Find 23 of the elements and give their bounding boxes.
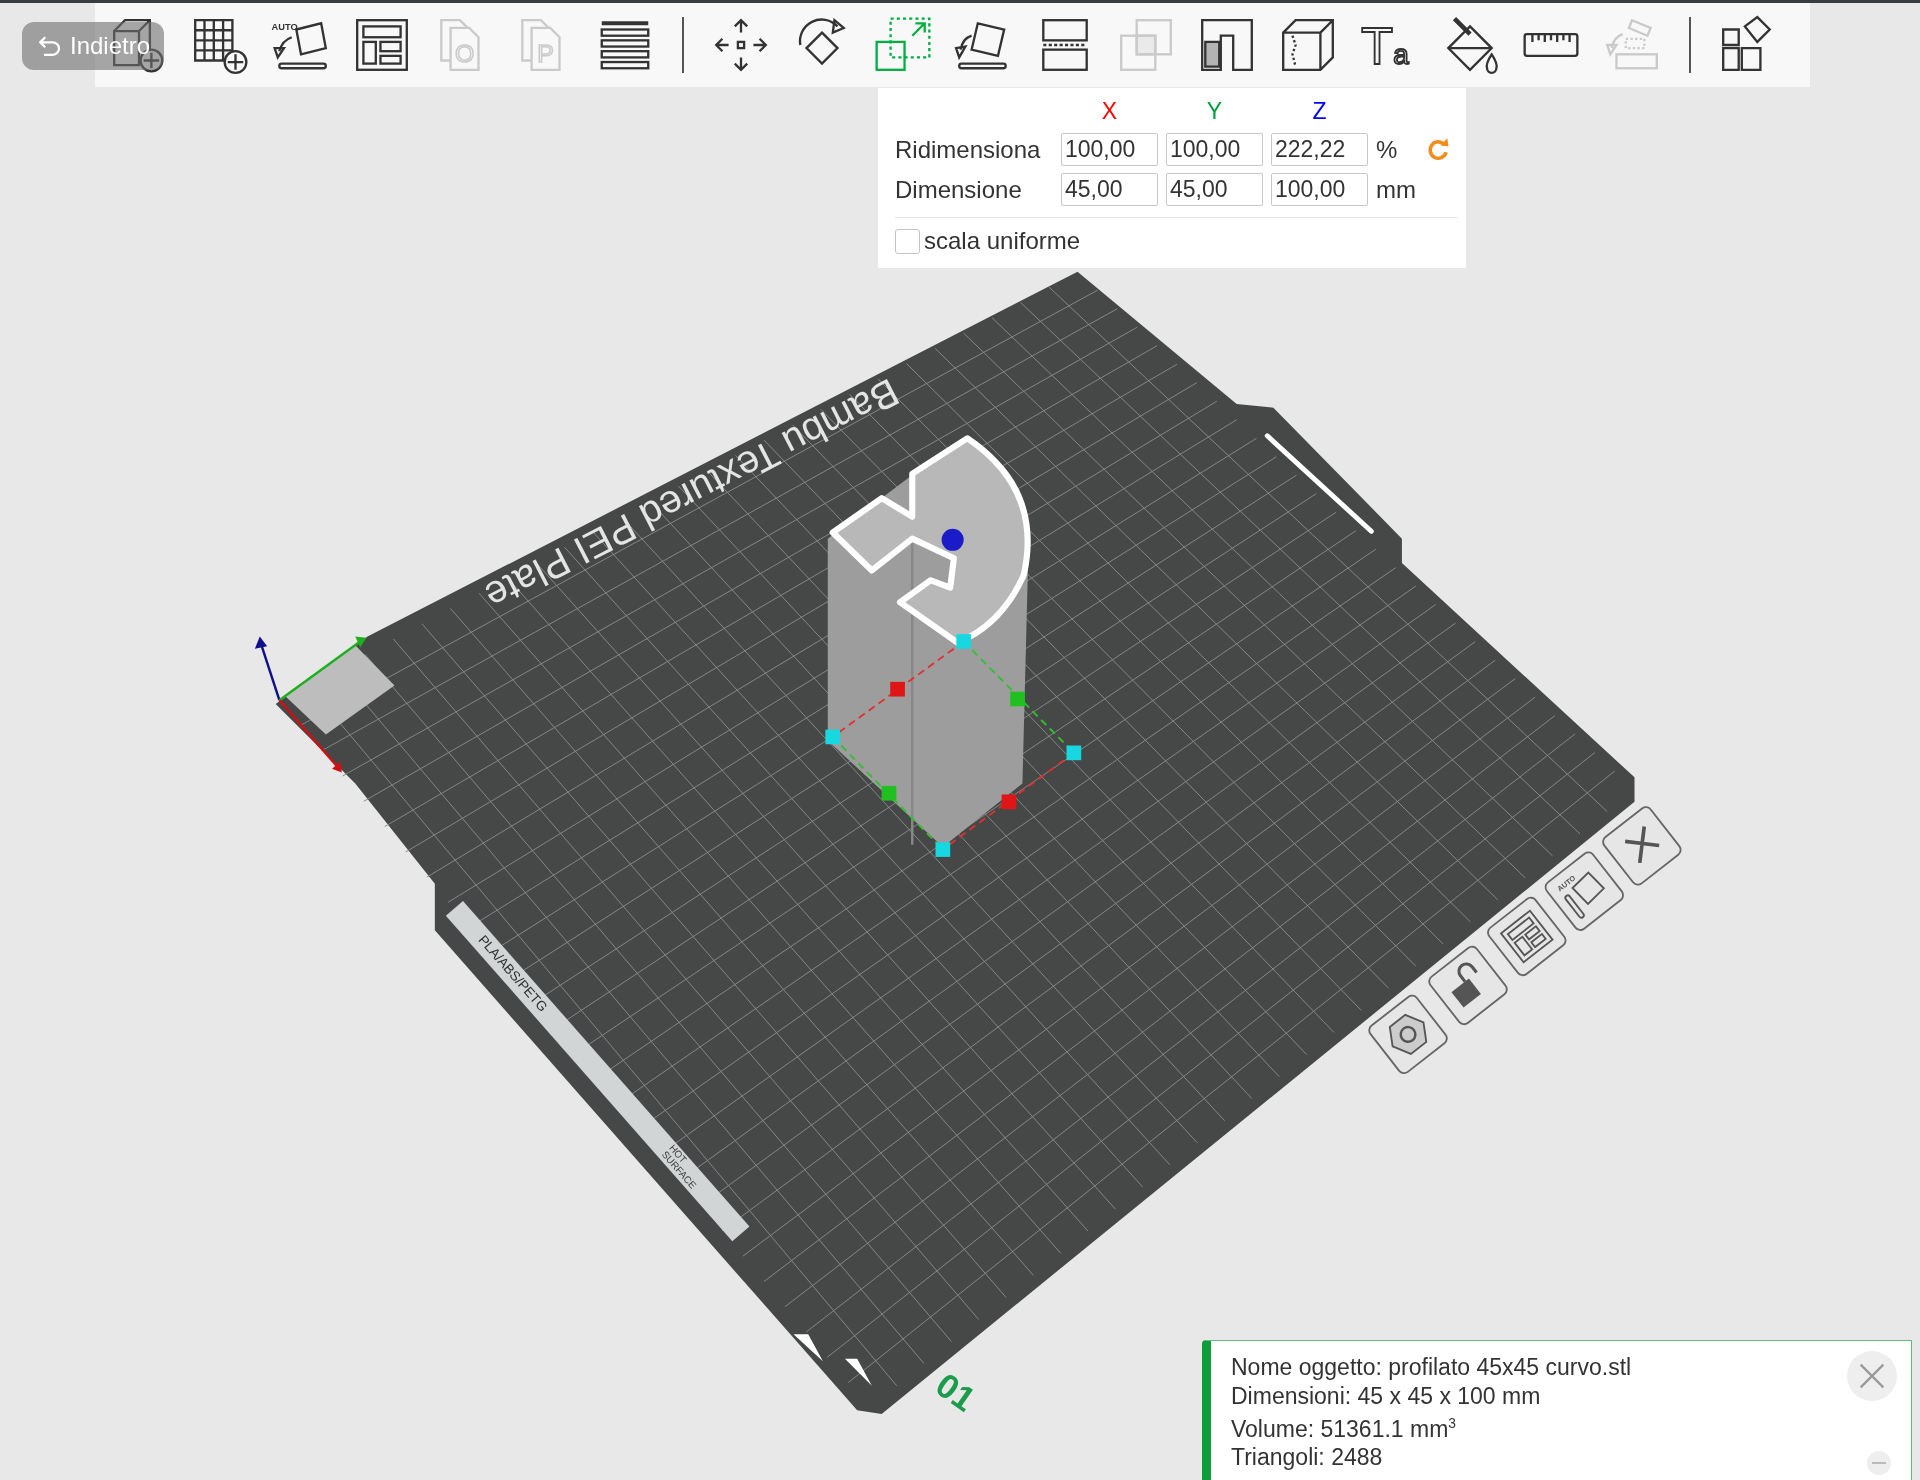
row-label: Dimensione [895,175,1023,204]
axis-label: X [1100,97,1119,126]
info-line: Triangoli: 2488 [1231,1443,1383,1473]
number-field[interactable]: 100,00 [1061,133,1158,166]
checkbox[interactable] [895,228,920,254]
axis-label: Z [1311,97,1328,126]
number-field[interactable]: 222,22 [1271,133,1368,166]
row-label: Ridimensiona [895,135,1042,164]
number-field[interactable]: 100,00 [1166,133,1263,166]
axis-label: Y [1205,97,1224,126]
number-field[interactable]: 100,00 [1271,173,1368,206]
number-field[interactable]: 45,00 [1061,173,1158,206]
info-line: Nome oggetto: profilato 45x45 curvo.stl [1231,1353,1632,1382]
unit-label: % [1376,135,1399,164]
number-field[interactable]: 45,00 [1166,173,1263,206]
unit-label: mm [1376,175,1416,204]
pivot-sphere [941,528,964,551]
minus-icon [1872,1461,1886,1465]
info-line: Volume: 51361.1 mm$^{3}$ [1231,1414,1457,1444]
info-line: Dimensioni: 45 x 45 x 100 mm [1231,1381,1541,1411]
plate-number: 01 [929,1365,983,1419]
checkbox-label: scala uniforme [924,227,1081,255]
bounding-box-drawing[interactable] [825,634,1082,857]
